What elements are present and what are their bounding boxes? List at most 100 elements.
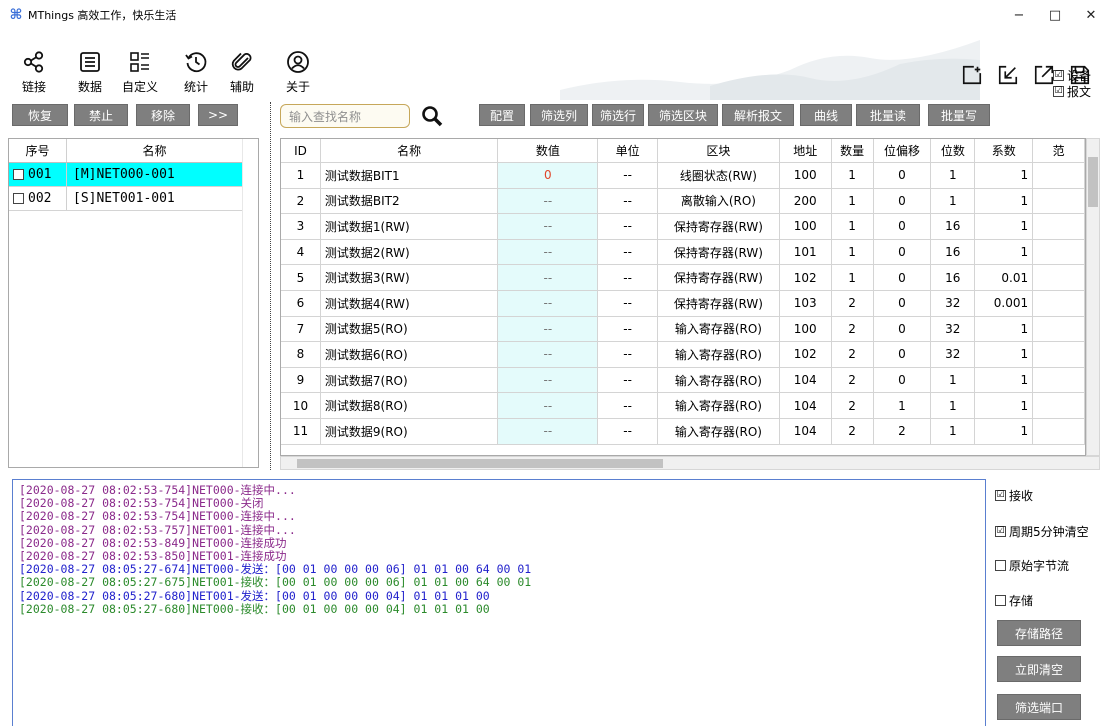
header-col-6[interactable]: 数量 xyxy=(831,139,874,163)
header-col-3[interactable]: 单位 xyxy=(598,139,659,163)
clear-now-button[interactable]: 立即清空 xyxy=(997,656,1081,682)
disable-button[interactable]: 禁止 xyxy=(74,104,128,126)
table-cell[interactable]: 0 xyxy=(498,163,599,189)
table-cell: 1 xyxy=(831,188,874,215)
hscroll-thumb[interactable] xyxy=(297,459,663,468)
parse-message-button[interactable]: 解析报文 xyxy=(722,104,794,126)
header-col-2[interactable]: 数值 xyxy=(498,139,599,163)
table-row[interactable]: 2 测试数据BIT2 -- -- 离散输入(RO) 200 1 0 1 1 xyxy=(281,188,1085,215)
header-col-1[interactable]: 名称 xyxy=(320,139,499,163)
header-col-9[interactable]: 系数 xyxy=(975,139,1034,163)
device-checkbox[interactable]: ☑ xyxy=(1052,70,1064,81)
expand-arrow-icon[interactable] xyxy=(1033,64,1055,86)
table-cell[interactable]: -- xyxy=(498,367,599,394)
batch-read-button[interactable]: 批量读 xyxy=(856,104,920,126)
table-row[interactable]: 10 测试数据8(RO) -- -- 输入寄存器(RO) 104 2 1 1 1 xyxy=(281,393,1085,419)
close-button[interactable]: ✕ xyxy=(1073,0,1109,30)
table-row[interactable]: 1 测试数据BIT1 0 -- 线圈状态(RW) 100 1 0 1 1 xyxy=(281,163,1085,189)
header-col-5[interactable]: 地址 xyxy=(779,139,832,163)
device-table-scrollbar[interactable] xyxy=(242,139,258,467)
table-cell: 100 xyxy=(779,163,832,189)
table-cell: 保持寄存器(RW) xyxy=(658,265,780,291)
table-cell xyxy=(1033,393,1085,419)
message-check[interactable]: ☑ 报文 xyxy=(1052,82,1091,100)
raw-bytes-check[interactable]: 原始字节流 xyxy=(995,557,1069,574)
table-row[interactable]: 9 测试数据7(RO) -- -- 输入寄存器(RO) 104 2 0 1 1 xyxy=(281,367,1085,394)
table-cell[interactable]: -- xyxy=(498,290,599,317)
table-cell: 32 xyxy=(931,316,976,343)
config-button[interactable]: 配置 xyxy=(479,104,525,126)
clear-5min-checkbox[interactable]: ☑ xyxy=(995,526,1006,537)
header-no[interactable]: 序号 xyxy=(9,139,67,162)
receive-check[interactable]: ☑ 接收 xyxy=(995,486,1033,504)
search-icon[interactable] xyxy=(420,104,444,128)
curve-button[interactable]: 曲线 xyxy=(800,104,852,126)
storage-checkbox[interactable] xyxy=(995,595,1006,606)
data-table-vscrollbar[interactable] xyxy=(1086,138,1100,456)
table-row[interactable]: 4 测试数据2(RW) -- -- 保持寄存器(RW) 101 1 0 16 1 xyxy=(281,239,1085,266)
header-col-7[interactable]: 位偏移 xyxy=(873,139,932,163)
data-table-hscrollbar[interactable] xyxy=(280,456,1100,470)
device-row[interactable]: 001 [M]NET000-001 xyxy=(9,163,258,187)
table-cell[interactable]: -- xyxy=(498,342,599,368)
header-col-4[interactable]: 区块 xyxy=(658,139,780,163)
header-name[interactable]: 名称 xyxy=(67,139,243,162)
receive-checkbox[interactable]: ☑ xyxy=(995,490,1006,501)
filter-port-button[interactable]: 筛选端口 xyxy=(997,694,1081,720)
table-cell: 1 xyxy=(831,265,874,291)
table-cell[interactable]: -- xyxy=(498,316,599,343)
table-cell[interactable]: -- xyxy=(498,239,599,266)
table-cell: 测试数据6(RO) xyxy=(320,342,499,368)
filter-columns-button[interactable]: 筛选列 xyxy=(530,104,588,126)
table-row[interactable]: 3 测试数据1(RW) -- -- 保持寄存器(RW) 100 1 0 16 1 xyxy=(281,214,1085,240)
filter-rows-button[interactable]: 筛选行 xyxy=(592,104,644,126)
add-window-icon[interactable] xyxy=(961,64,983,86)
row-checkbox[interactable] xyxy=(13,169,24,180)
table-cell: 16 xyxy=(931,265,976,291)
restore-button[interactable]: 恢复 xyxy=(12,104,68,126)
minimize-button[interactable]: − xyxy=(1001,0,1037,30)
header-col-0[interactable]: ID xyxy=(281,139,321,163)
ribbon-data-button[interactable]: 数据 xyxy=(68,50,112,96)
table-row[interactable]: 6 测试数据4(RW) -- -- 保持寄存器(RW) 103 2 0 32 0.001 xyxy=(281,290,1085,317)
storage-check[interactable]: 存储 xyxy=(995,592,1033,609)
message-checkbox[interactable]: ☑ xyxy=(1052,86,1064,97)
ribbon-custom-button[interactable]: 自定义 xyxy=(118,50,162,96)
vscroll-thumb[interactable] xyxy=(1088,157,1098,207)
table-row[interactable]: 11 测试数据9(RO) -- -- 输入寄存器(RO) 104 2 2 1 1 xyxy=(281,418,1085,445)
clear-5min-check[interactable]: ☑ 周期5分钟清空 xyxy=(995,522,1089,540)
storage-path-button[interactable]: 存储路径 xyxy=(997,620,1081,646)
remove-button[interactable]: 移除 xyxy=(136,104,190,126)
batch-write-button[interactable]: 批量写 xyxy=(928,104,990,126)
header-col-8[interactable]: 位数 xyxy=(931,139,976,163)
table-row[interactable]: 5 测试数据3(RW) -- -- 保持寄存器(RW) 102 1 0 16 0.01 xyxy=(281,265,1085,291)
ribbon-stats-button[interactable]: 统计 xyxy=(174,50,218,96)
search-input[interactable]: 输入查找名称 xyxy=(280,104,410,128)
collapse-arrow-icon[interactable] xyxy=(997,64,1019,86)
table-cell: 2 xyxy=(831,393,874,419)
table-cell: 104 xyxy=(779,393,832,419)
panel-divider[interactable] xyxy=(270,102,271,470)
table-cell: 32 xyxy=(931,342,976,368)
row-checkbox[interactable] xyxy=(13,193,24,204)
table-cell: 1 xyxy=(975,393,1034,419)
table-row[interactable]: 8 测试数据6(RO) -- -- 输入寄存器(RO) 102 2 0 32 1 xyxy=(281,342,1085,368)
ribbon-about-button[interactable]: 关于 xyxy=(276,50,320,96)
table-cell: 0 xyxy=(873,239,932,266)
table-cell[interactable]: -- xyxy=(498,418,599,445)
table-cell[interactable]: -- xyxy=(498,214,599,240)
table-cell[interactable]: -- xyxy=(498,265,599,291)
expand-panel-button[interactable]: >> xyxy=(198,104,238,126)
raw-bytes-checkbox[interactable] xyxy=(995,560,1006,571)
filter-blocks-button[interactable]: 筛选区块 xyxy=(648,104,718,126)
table-cell[interactable]: -- xyxy=(498,188,599,215)
check-label: 接收 xyxy=(1009,489,1034,503)
header-col-10[interactable]: 范 xyxy=(1033,139,1085,163)
maximize-button[interactable]: □ xyxy=(1037,0,1073,30)
table-row[interactable]: 7 测试数据5(RO) -- -- 输入寄存器(RO) 100 2 0 32 1 xyxy=(281,316,1085,343)
ribbon-assist-button[interactable]: 辅助 xyxy=(220,50,264,96)
table-cell[interactable]: -- xyxy=(498,393,599,419)
log-panel[interactable]: [2020-08-27 08:02:53-754]NET000-连接中... [2… xyxy=(12,479,986,726)
device-row[interactable]: 002 [S]NET001-001 xyxy=(9,187,258,211)
ribbon-link-button[interactable]: 链接 xyxy=(12,50,56,96)
